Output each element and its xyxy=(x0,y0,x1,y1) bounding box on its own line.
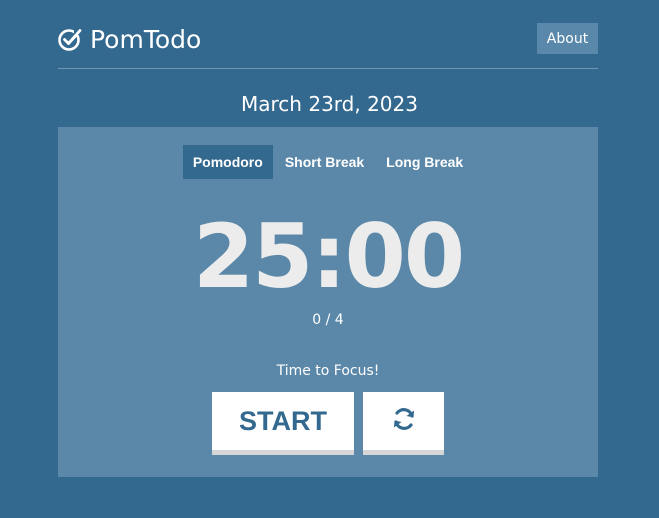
reset-button[interactable] xyxy=(363,392,444,455)
mode-tabs: Pomodoro Short Break Long Break xyxy=(58,145,598,179)
sync-icon xyxy=(391,406,417,436)
start-button[interactable]: START xyxy=(212,392,354,455)
tab-long-break[interactable]: Long Break xyxy=(376,145,473,179)
timer-panel: Pomodoro Short Break Long Break 25:00 0 … xyxy=(58,127,598,477)
current-date: March 23rd, 2023 xyxy=(241,92,418,116)
header: PomTodo About xyxy=(58,22,598,69)
tab-pomodoro[interactable]: Pomodoro xyxy=(182,145,273,179)
logo[interactable]: PomTodo xyxy=(58,22,201,56)
pomodoro-count: 0 / 4 xyxy=(312,312,344,328)
timer-display: 25:00 xyxy=(192,205,465,308)
check-circle-icon xyxy=(58,27,82,51)
app-name: PomTodo xyxy=(90,24,202,54)
status-message: Time to Focus! xyxy=(276,363,380,379)
about-button[interactable]: About xyxy=(537,23,598,54)
tab-short-break[interactable]: Short Break xyxy=(275,145,374,179)
